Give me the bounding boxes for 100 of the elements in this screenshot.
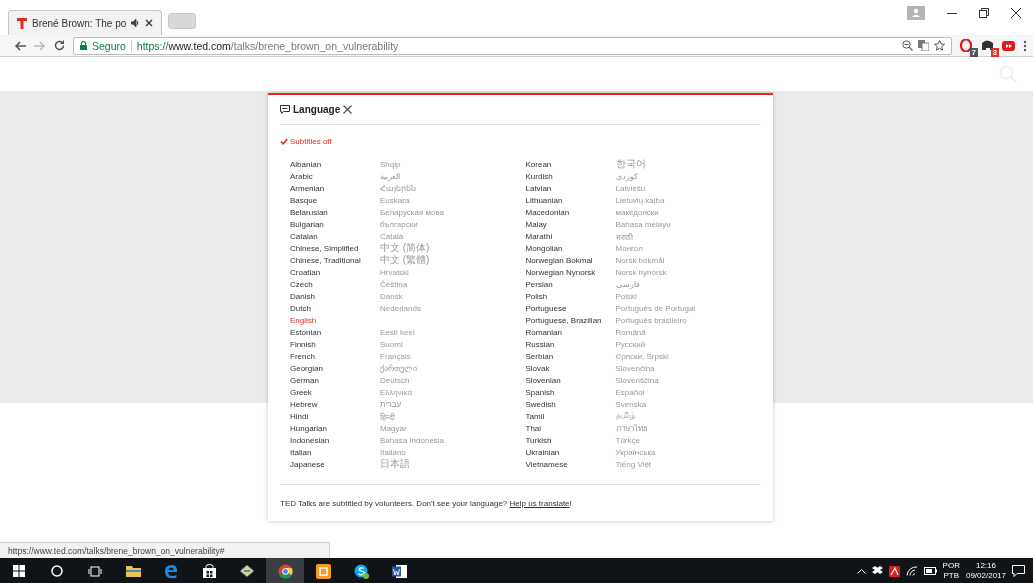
language-option[interactable]: Basque <box>290 195 380 205</box>
language-option[interactable]: Turkish <box>525 435 616 445</box>
language-option[interactable]: Finnish <box>290 339 380 349</box>
language-option[interactable]: Hindi <box>290 411 380 421</box>
skype-icon[interactable] <box>353 563 369 579</box>
restore-icon[interactable] <box>979 8 989 18</box>
language-option[interactable]: Korean <box>525 159 616 169</box>
windows-start-icon[interactable] <box>13 565 25 577</box>
tray-app-icon[interactable] <box>888 565 900 577</box>
language-option[interactable]: Portuguese, Brazilian <box>525 315 616 325</box>
native-language-name: Polski <box>615 291 637 301</box>
elephant-extension-icon[interactable] <box>981 39 994 52</box>
clock[interactable]: 12:16 09/02/2017 <box>965 561 1006 581</box>
video-extension-icon[interactable] <box>1002 40 1015 51</box>
language-option[interactable]: Czech <box>290 279 380 289</box>
language-option[interactable]: Armenian <box>290 183 380 193</box>
diamond-app-icon[interactable] <box>239 564 255 578</box>
language-option[interactable]: Bulgarian <box>290 219 380 229</box>
browser-tab[interactable]: Brené Brown: The po <box>8 10 163 35</box>
chevron-up-icon[interactable] <box>856 568 866 574</box>
language-option[interactable]: Marathi <box>525 231 616 241</box>
language-option[interactable]: Ukrainian <box>525 447 616 457</box>
square-app-icon[interactable] <box>315 563 331 579</box>
notifications-icon[interactable] <box>1012 565 1025 577</box>
task-view-icon[interactable] <box>88 565 102 577</box>
language-option[interactable]: Lithuanian <box>525 195 616 205</box>
language-option[interactable]: Danish <box>290 291 380 301</box>
language-option[interactable]: Persian <box>525 279 616 289</box>
back-icon[interactable] <box>14 40 26 51</box>
url-text: https://www.ted.com/talks/brene_brown_on_vulnerability <box>136 39 399 52</box>
native-language-name: Slovenčina <box>615 363 655 373</box>
language-option[interactable]: Mongolian <box>525 243 616 253</box>
reload-icon[interactable] <box>54 40 65 51</box>
native-language-name: 中文 (简体) <box>380 241 430 254</box>
word-icon[interactable] <box>391 563 407 579</box>
input-language-indicator[interactable]: POR PTB <box>942 561 960 581</box>
language-option[interactable]: Swedish <box>525 399 616 409</box>
search-circle-icon[interactable] <box>51 565 63 577</box>
language-option[interactable]: Albanian <box>290 159 380 169</box>
native-language-name: Latviešu <box>615 183 646 193</box>
store-bag-icon[interactable] <box>202 564 216 578</box>
language-option[interactable]: Japanese <box>290 459 380 469</box>
language-option[interactable]: Georgian <box>290 363 380 373</box>
close-icon[interactable] <box>343 105 353 114</box>
address-bar[interactable]: Seguro https://www.ted.com/talks/brene_brown_on_vulnerability <box>73 36 952 55</box>
language-option[interactable]: Slovak <box>525 363 616 373</box>
language-option[interactable]: Catalan <box>290 231 380 241</box>
language-option[interactable]: French <box>290 351 380 361</box>
language-option[interactable]: Estonian <box>290 327 380 337</box>
edge-browser-icon[interactable] <box>164 564 178 578</box>
folder-icon[interactable] <box>125 565 141 577</box>
language-option[interactable]: Serbian <box>525 351 616 361</box>
native-language-name: македонски <box>615 207 659 217</box>
language-option[interactable]: Thai <box>525 423 616 433</box>
language-option[interactable]: Belarusian <box>290 207 380 217</box>
language-option[interactable]: Arabic <box>290 171 380 181</box>
language-option[interactable]: Norwegian Nynorsk <box>525 267 616 277</box>
language-option[interactable]: Latvian <box>525 183 616 193</box>
language-option[interactable]: Spanish <box>525 387 616 397</box>
language-option[interactable]: Macedonian <box>525 207 616 217</box>
language-option[interactable]: Kurdish <box>525 171 616 181</box>
clock-date: 09/02/2017 <box>965 571 1006 581</box>
language-option[interactable]: Malay <box>525 219 616 229</box>
language-option[interactable]: German <box>290 375 380 385</box>
chrome-icon[interactable] <box>277 563 293 579</box>
zoom-out-icon[interactable] <box>902 40 913 51</box>
language-option[interactable]: Croatian <box>290 267 380 277</box>
language-option[interactable]: Hebrew <box>290 399 380 409</box>
language-option[interactable]: Hungarian <box>290 423 380 433</box>
wifi-icon[interactable] <box>905 566 918 576</box>
language-option[interactable]: Polish <box>525 291 616 301</box>
language-option[interactable]: Indonesian <box>290 435 380 445</box>
language-option[interactable]: Tamil <box>525 411 616 421</box>
language-option[interactable]: Vietnamese <box>525 459 616 469</box>
language-option[interactable]: Portuguese <box>525 303 616 313</box>
native-language-name: Català <box>380 231 404 241</box>
opera-extension-icon[interactable] <box>960 39 973 52</box>
language-option[interactable]: English <box>290 315 380 325</box>
native-language-name: 中文 (繁體) <box>380 253 430 267</box>
language-option[interactable]: Italian <box>290 447 380 457</box>
close-icon[interactable] <box>1011 8 1021 18</box>
language-option[interactable]: Norwegian Bokmal <box>525 255 616 265</box>
language-option[interactable]: Slovenian <box>525 375 616 385</box>
language-option[interactable]: Chinese, Simplified <box>290 243 380 253</box>
battery-icon[interactable] <box>923 567 937 575</box>
dropbox-icon[interactable] <box>871 566 883 576</box>
subtitles-off-option[interactable]: Subtitles off <box>280 137 332 146</box>
native-language-name: हिन्दी <box>380 411 395 422</box>
language-option[interactable]: Russian <box>525 339 616 349</box>
translate-icon[interactable] <box>918 40 929 51</box>
language-option[interactable]: Greek <box>290 387 380 397</box>
language-option[interactable]: Dutch <box>290 303 380 313</box>
native-language-name: Türkçe <box>615 435 640 445</box>
close-icon[interactable] <box>145 19 154 27</box>
native-language-name: Norsk bokmål <box>615 255 665 265</box>
help-translate-link[interactable]: Help us translate <box>509 498 570 508</box>
menu-icon[interactable] <box>1023 39 1027 52</box>
language-option[interactable]: Romanian <box>525 327 616 337</box>
language-option[interactable]: Chinese, Traditional <box>290 255 380 265</box>
star-icon[interactable] <box>934 40 945 51</box>
